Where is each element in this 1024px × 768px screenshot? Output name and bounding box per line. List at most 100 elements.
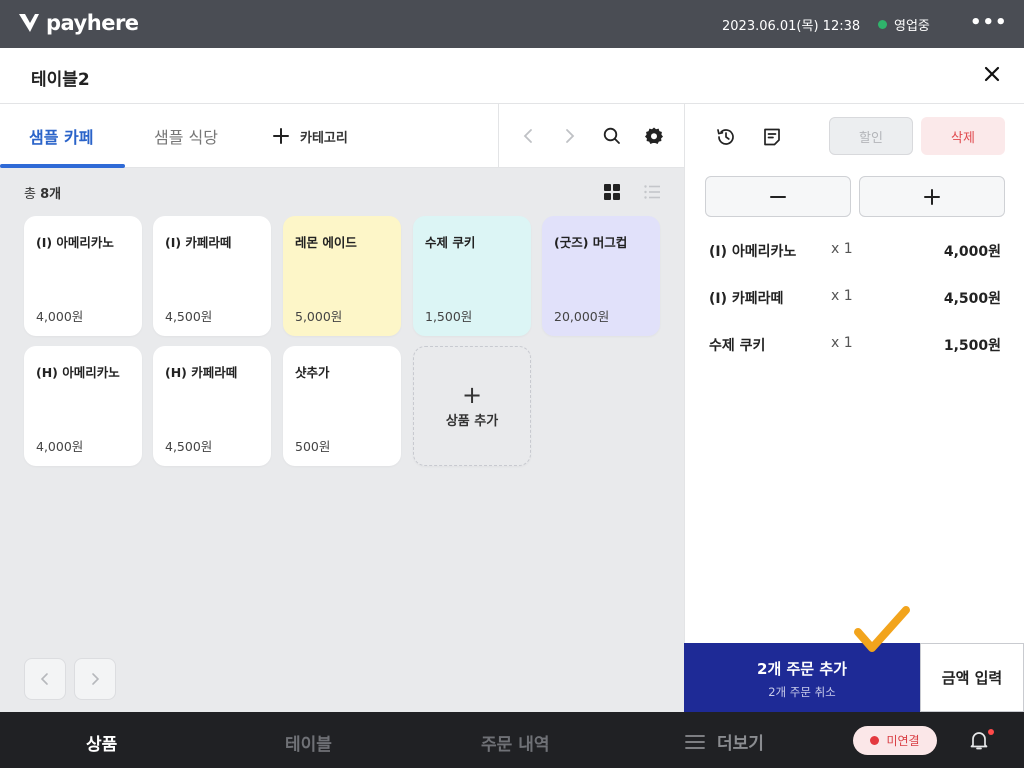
product-name: 레몬 에이드 [295, 235, 357, 250]
discount-button[interactable]: 할인 [829, 117, 913, 155]
product-price: 4,500원 [165, 309, 213, 324]
order-item-price: 4,000원 [943, 244, 1001, 260]
nav-order-history[interactable]: 주문 내역 [481, 730, 549, 755]
count-prefix: 총 [24, 187, 41, 202]
product-card[interactable]: (I) 카페라떼 4,500원 [153, 216, 271, 336]
delete-label: 삭제 [951, 130, 975, 146]
grid-view-icon[interactable] [603, 183, 621, 201]
page-header: 테이블2 [0, 48, 1024, 104]
product-card[interactable]: 레몬 에이드 5,000원 [283, 216, 401, 336]
discount-label: 할인 [859, 130, 883, 146]
product-name: (굿즈) 머그컵 [554, 235, 628, 250]
order-item-qty: x 1 [831, 241, 853, 257]
product-name: 수제 쿠키 [425, 235, 476, 250]
active-tab-indicator [0, 164, 125, 168]
bell-icon[interactable] [968, 729, 990, 751]
category-tab-bar: 샘플 카페 샘플 식당 카테고리 [0, 104, 684, 168]
brand-logo: payhere [18, 11, 139, 35]
add-category-label: 카테고리 [300, 130, 348, 146]
order-item-price: 4,500원 [943, 291, 1001, 307]
chevron-right-icon [92, 673, 100, 685]
product-price: 4,000원 [36, 439, 84, 454]
history-icon[interactable] [715, 126, 737, 148]
amount-input-label: 금액 입력 [941, 669, 1003, 687]
tab-label: 샘플 식당 [154, 128, 218, 147]
add-product-button[interactable]: + 상품 추가 [413, 346, 531, 466]
memo-icon[interactable] [761, 126, 783, 148]
gear-icon[interactable] [644, 126, 664, 146]
product-price: 5,000원 [295, 309, 343, 324]
connection-status-badge[interactable]: 미연결 [853, 726, 937, 755]
product-card[interactable]: (H) 카페라떼 4,500원 [153, 346, 271, 466]
nav-products[interactable]: 상품 [86, 730, 117, 755]
nav-more[interactable]: 더보기 [685, 729, 764, 754]
brand-name: payhere [46, 11, 139, 35]
tab-sample-restaurant[interactable]: 샘플 식당 [154, 104, 218, 168]
more-options-button[interactable]: ••• [970, 12, 1008, 33]
nav-more-label: 더보기 [717, 734, 764, 754]
increase-quantity-button[interactable] [859, 176, 1005, 217]
business-status: 영업중 [878, 15, 930, 34]
close-icon[interactable] [980, 62, 1004, 86]
product-price: 1,500원 [425, 309, 473, 324]
current-datetime: 2023.06.01(목) 12:38 [722, 19, 861, 34]
delete-button[interactable]: 삭제 [921, 117, 1005, 155]
chevron-left-icon[interactable] [519, 126, 539, 146]
top-bar: payhere 2023.06.01(목) 12:38 영업중 ••• [0, 0, 1024, 48]
bottom-nav: 상품 테이블 주문 내역 더보기 미연결 [0, 712, 1024, 768]
menu-icon [685, 734, 705, 749]
business-status-label: 영업중 [894, 19, 930, 34]
tab-label: 샘플 카페 [29, 128, 94, 147]
next-page-button[interactable] [74, 658, 116, 700]
connection-status-label: 미연결 [886, 734, 920, 748]
cancel-order-label: 2개 주문 취소 [768, 685, 836, 699]
add-order-button[interactable]: 2개 주문 추가 2개 주문 취소 [684, 643, 920, 712]
order-panel: 할인 삭제 (I) 아메리카노 x 1 4,000원 (I) 카페라떼 x 1 … [684, 104, 1024, 644]
product-name: (H) 아메리카노 [36, 365, 120, 380]
minus-icon [770, 195, 786, 198]
product-price: 500원 [295, 439, 331, 454]
product-name: (I) 아메리카노 [36, 235, 114, 250]
product-card[interactable]: 샷추가 500원 [283, 346, 401, 466]
chevron-left-icon [40, 673, 48, 685]
order-item-row[interactable]: (I) 아메리카노 x 1 4,000원 [709, 241, 1001, 263]
product-card[interactable]: (H) 아메리카노 4,000원 [24, 346, 142, 466]
add-product-label: 상품 추가 [445, 413, 499, 429]
product-card[interactable]: (I) 아메리카노 4,000원 [24, 216, 142, 336]
plus-icon [273, 128, 289, 144]
order-item-name: 수제 쿠키 [709, 338, 766, 354]
decrease-quantity-button[interactable] [705, 176, 851, 217]
add-category-button[interactable]: 카테고리 [272, 104, 348, 168]
order-item-row[interactable]: 수제 쿠키 x 1 1,500원 [709, 335, 1001, 357]
order-item-name: (I) 아메리카노 [709, 244, 797, 260]
divider [498, 104, 499, 168]
add-order-label: 2개 주문 추가 [757, 660, 847, 678]
product-count: 총 8개 [24, 183, 61, 202]
order-item-qty: x 1 [831, 335, 853, 351]
list-view-icon[interactable] [643, 183, 661, 201]
payhere-logo-icon [19, 14, 39, 32]
product-card[interactable]: 수제 쿠키 1,500원 [413, 216, 531, 336]
prev-page-button[interactable] [24, 658, 66, 700]
chevron-right-icon[interactable] [559, 126, 579, 146]
product-price: 4,500원 [165, 439, 213, 454]
product-price: 4,000원 [36, 309, 84, 324]
product-name: 샷추가 [295, 365, 330, 380]
page-title: 테이블2 [31, 70, 90, 90]
search-icon[interactable] [602, 126, 622, 146]
plus-icon [924, 188, 940, 205]
status-dot-icon [878, 20, 887, 29]
notification-dot [988, 729, 994, 735]
amount-input-button[interactable]: 금액 입력 [920, 643, 1024, 712]
product-name: (H) 카페라떼 [165, 365, 238, 380]
order-item-row[interactable]: (I) 카페라떼 x 1 4,500원 [709, 288, 1001, 310]
product-card[interactable]: (굿즈) 머그컵 20,000원 [542, 216, 660, 336]
order-item-name: (I) 카페라떼 [709, 291, 784, 307]
order-item-price: 1,500원 [943, 338, 1001, 354]
nav-tables[interactable]: 테이블 [285, 730, 332, 755]
plus-icon: + [461, 380, 483, 409]
product-price: 20,000원 [554, 309, 610, 324]
count-value: 8개 [40, 187, 62, 202]
tab-sample-cafe[interactable]: 샘플 카페 [29, 104, 93, 168]
more-horizontal-icon: ••• [970, 12, 1008, 33]
